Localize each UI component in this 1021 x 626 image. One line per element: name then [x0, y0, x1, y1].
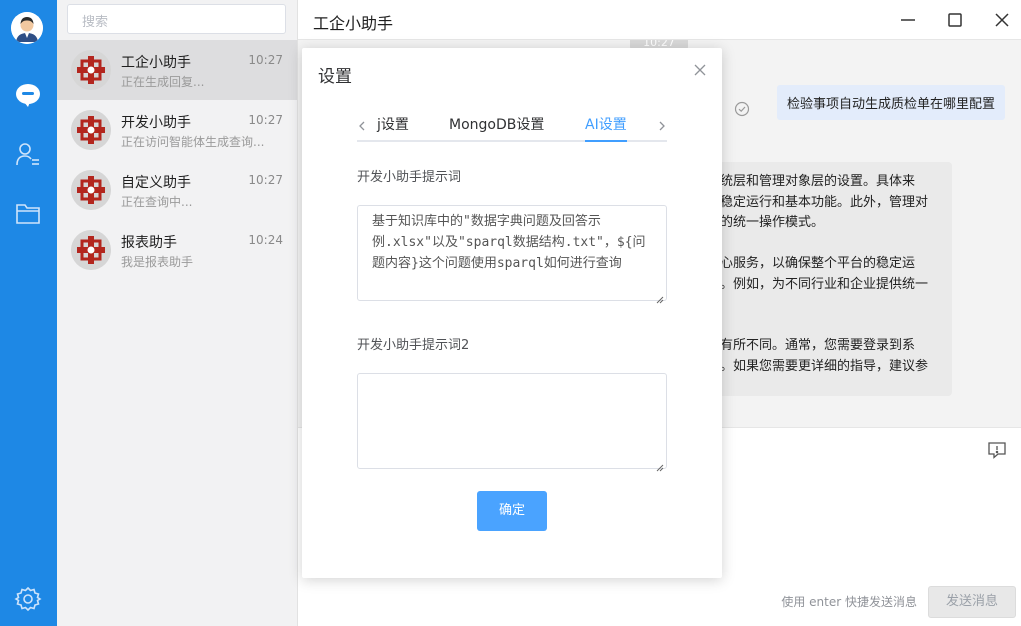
prompt-text: 基于知识库中的"数据字典问题及回答示例.xlsx"以及"sparql数据结构.t… — [372, 214, 646, 271]
bot-message-line — [720, 234, 940, 255]
conversation-name: 开发小助手 — [121, 115, 191, 131]
close-icon[interactable] — [692, 62, 708, 78]
settings-icon[interactable] — [14, 585, 42, 613]
chevron-right-icon[interactable] — [657, 118, 667, 132]
resize-handle-icon[interactable] — [656, 458, 664, 472]
assistant-logo-icon — [71, 230, 111, 270]
active-tab-indicator — [585, 140, 627, 142]
search-input[interactable]: 搜索 — [67, 4, 286, 34]
bot-message-line: 。例如，为不同行业和企业提供统一 — [720, 276, 929, 292]
conversation-time: 10:24 — [248, 233, 283, 247]
conversation-time: 10:27 — [248, 113, 283, 127]
bot-message-line: 稳定运行和基本功能。此外，管理对 — [720, 194, 929, 210]
send-hint: 使用 enter 快捷发送消息 — [781, 595, 917, 609]
conversation-preview: 正在生成回复... — [121, 75, 205, 89]
field-label: 开发小助手提示词2 — [357, 338, 470, 353]
conversation-time: 10:27 — [248, 173, 283, 187]
conversation-list: 搜索 工企小助手 10:27 正在生成回复... 开发小助手 10:27 正在访… — [57, 0, 298, 626]
conversation-name: 工企小助手 — [121, 55, 191, 71]
bot-message-line: 心服务，以确保整个平台的稳定运 — [720, 256, 916, 271]
user-avatar-icon[interactable] — [11, 12, 43, 44]
user-message: 检验事项自动生成质检单在哪里配置 — [776, 85, 1005, 120]
conversation-time: 10:27 — [248, 53, 283, 67]
bot-message-line: 有所不同。通常，您需要登录到系 — [720, 338, 916, 353]
field-label: 开发小助手提示词 — [357, 170, 462, 185]
contacts-icon[interactable] — [14, 140, 42, 168]
conversation-item[interactable]: 报表助手 10:24 我是报表助手 — [57, 220, 297, 280]
confirm-button[interactable]: 确定 — [477, 491, 547, 531]
maximize-icon[interactable] — [945, 10, 965, 30]
conversation-item[interactable]: 开发小助手 10:27 正在访问智能体生成查询... — [57, 100, 297, 160]
assistant-logo-icon — [71, 50, 111, 90]
check-circle-icon — [734, 101, 750, 121]
bot-message-line — [720, 295, 940, 316]
conversation-preview: 正在访问智能体生成查询... — [121, 135, 265, 149]
feedback-icon[interactable] — [987, 440, 1007, 464]
prompt2-textarea[interactable] — [357, 373, 667, 472]
conversation-preview: 我是报表助手 — [121, 255, 194, 269]
prompt-textarea[interactable]: 基于知识库中的"数据字典问题及回答示例.xlsx"以及"sparql数据结构.t… — [357, 205, 667, 304]
folder-icon[interactable] — [14, 199, 42, 227]
assistant-logo-icon — [71, 170, 111, 210]
conversation-preview: 正在查询中... — [121, 195, 193, 209]
settings-tabs: j设置 MongoDB设置 AI设置 — [357, 110, 667, 142]
bot-message-line: 的统一操作模式。 — [720, 215, 825, 230]
chat-icon[interactable] — [14, 81, 42, 109]
tab-settings-prev[interactable]: j设置 — [377, 114, 409, 134]
conversation-name: 报表助手 — [121, 235, 177, 251]
conversation-item[interactable]: 工企小助手 10:27 正在生成回复... — [57, 40, 297, 100]
conversation-item[interactable]: 自定义助手 10:27 正在查询中... — [57, 160, 297, 220]
minimize-icon[interactable] — [898, 10, 918, 30]
close-icon[interactable] — [992, 10, 1012, 30]
bot-message-line: 统层和管理对象层的设置。具体来 — [720, 174, 916, 189]
dialog-title: 设置 — [318, 67, 352, 87]
tab-ai-settings[interactable]: AI设置 — [585, 114, 627, 134]
conversation-name: 自定义助手 — [121, 175, 191, 191]
nav-rail — [0, 0, 57, 626]
chevron-left-icon[interactable] — [357, 118, 367, 132]
bot-message-line — [720, 316, 940, 337]
chat-header: 工企小助手 — [298, 0, 1021, 40]
tab-mongodb[interactable]: MongoDB设置 — [449, 114, 544, 134]
send-button[interactable]: 发送消息 — [928, 586, 1016, 618]
resize-handle-icon[interactable] — [656, 290, 664, 304]
bot-message-line: 。如果您需要更详细的指导，建议参 — [720, 358, 929, 374]
bot-message: 统层和管理对象层的设置。具体来 稳定运行和基本功能。此外，管理对 的统一操作模式… — [708, 162, 952, 396]
settings-dialog: 设置 j设置 MongoDB设置 AI设置 开发小助手提示词 基于知识库中的"数… — [302, 48, 722, 578]
chat-title: 工企小助手 — [313, 14, 394, 33]
assistant-logo-icon — [71, 110, 111, 150]
